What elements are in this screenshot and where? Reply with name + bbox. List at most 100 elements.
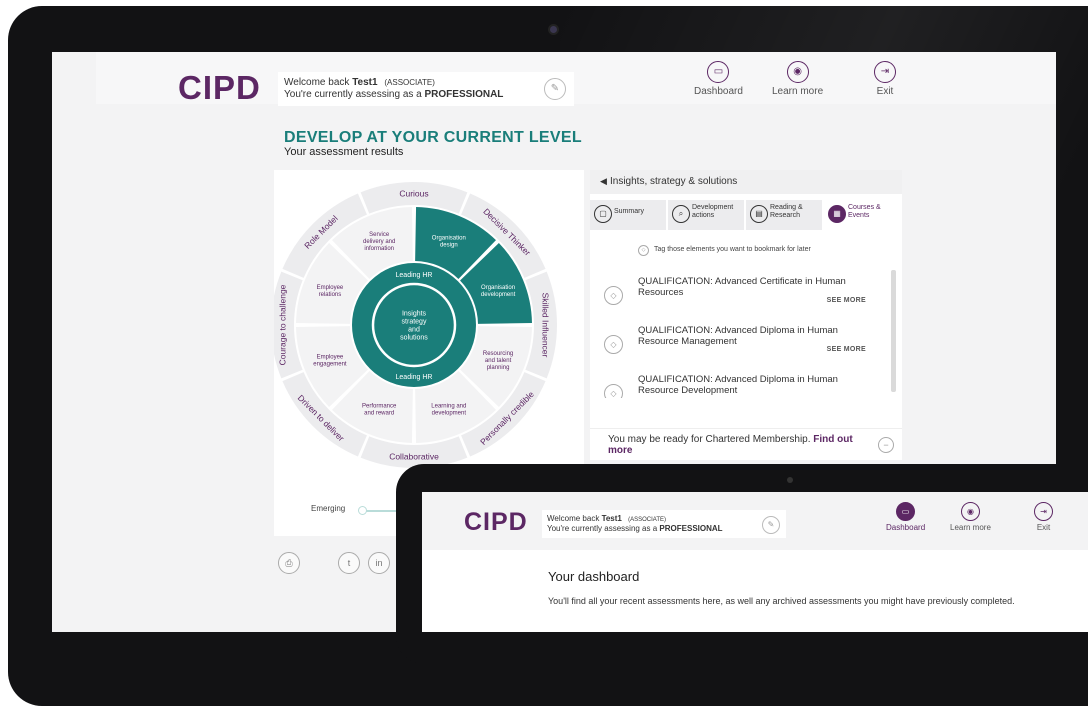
assessing-line: You're currently assessing as a PROFESSI… (284, 89, 503, 100)
user-name: Test1 (601, 514, 622, 523)
assess-level: PROFESSIONAL (424, 89, 504, 100)
course-title: QUALIFICATION: Advanced Diploma in Human… (638, 374, 838, 396)
nav-label: Learn more (772, 86, 824, 97)
user-role: (ASSOCIATE) (384, 78, 435, 87)
tablet-nav-exit[interactable]: ⇥ Exit (1034, 502, 1053, 532)
tab-label: Summary (614, 208, 644, 215)
tag-icon[interactable]: ◇ (604, 286, 623, 305)
slider-handle[interactable] (358, 506, 367, 515)
tag-icon[interactable]: ◇ (604, 335, 623, 354)
tag-icon: ◇ (638, 245, 649, 256)
dashboard-title: Your dashboard (548, 569, 640, 584)
page-title: DEVELOP AT YOUR CURRENT LEVEL (284, 129, 582, 146)
behaviour-label: Decisive Thinker (481, 206, 533, 258)
chartered-text: You may be ready for Chartered Membershi… (608, 434, 811, 445)
eye-icon: ◉ (960, 502, 980, 521)
print-icon[interactable]: ⎙ (278, 552, 300, 574)
user-role: (ASSOCIATE) (628, 517, 667, 523)
nav-learn-more[interactable]: ◉ Learn more (772, 61, 823, 97)
tablet-nav-dashboard[interactable]: ▭ Dashboard (886, 502, 925, 532)
user-name: Test1 (352, 77, 378, 88)
chevron-left-icon[interactable]: ◀ (600, 176, 607, 187)
leading-hr-label-top: Leading HR (396, 272, 433, 279)
slider-label: Emerging (311, 504, 346, 513)
behaviour-label: Driven to deliver (296, 393, 347, 444)
tablet-welcome-line: Welcome back Test1 (ASSOCIATE) (547, 514, 666, 523)
behaviour-label: Courage to challenge (278, 284, 288, 365)
course-title: QUALIFICATION: Advanced Certificate in H… (638, 276, 846, 298)
page-subtitle: Your assessment results (284, 146, 404, 158)
course-item[interactable]: ◇ QUALIFICATION: Advanced Certificate in… (604, 276, 874, 322)
behaviour-label: Skilled Influencer (541, 293, 551, 358)
course-item[interactable]: ◇ QUALIFICATION: Advanced Diploma in Hum… (604, 325, 874, 371)
dashboard-icon: ▭ (707, 61, 730, 83)
tab-bar: ▢ Summary ⌕ Development actions ▤ Readin… (590, 200, 902, 230)
behaviour-label: Collaborative (389, 452, 439, 462)
nav-label: Exit (1036, 523, 1051, 532)
profession-map-wheel: Curious Decisive Thinker Skilled Influence… (274, 182, 557, 468)
section-title: Insights, strategy & solutions (610, 176, 738, 187)
tablet-camera-icon (787, 477, 793, 483)
behaviour-label: Curious (399, 189, 428, 199)
collapse-icon[interactable]: − (878, 437, 894, 453)
welcome-line: Welcome back Test1 (ASSOCIATE) (284, 77, 435, 88)
tab-reading-research[interactable]: ▤ Reading & Research (746, 200, 822, 230)
nav-exit[interactable]: ⇥ Exit (874, 61, 896, 97)
welcome-prefix: Welcome back (284, 77, 350, 88)
details-panel: ◀ Insights, strategy & solutions ▢ Summa… (590, 170, 902, 460)
assess-prefix: You're currently assessing as a (547, 524, 658, 533)
welcome-box: Welcome back Test1 (ASSOCIATE) You're cu… (278, 72, 574, 106)
tablet-cipd-logo[interactable]: CIPD (464, 508, 528, 537)
exit-icon: ⇥ (1034, 502, 1053, 521)
nav-label: Dashboard (886, 523, 926, 532)
scrollbar[interactable] (891, 270, 896, 392)
chartered-message: You may be ready for Chartered Membershi… (608, 434, 863, 456)
see-more-link[interactable]: SEE MORE (827, 346, 866, 353)
see-more-link[interactable]: SEE MORE (827, 297, 866, 304)
tab-courses-events[interactable]: ▦ Courses & Events (824, 200, 902, 230)
welcome-prefix: Welcome back (547, 514, 600, 523)
tab-summary[interactable]: ▢ Summary (590, 200, 666, 230)
course-title: QUALIFICATION: Advanced Diploma in Human… (638, 325, 838, 347)
specialist-area-label: Employee relations (317, 285, 344, 298)
twitter-icon[interactable]: t (338, 552, 360, 574)
specialist-area-label: Employee engagement (313, 354, 347, 367)
assess-level: PROFESSIONAL (659, 524, 723, 533)
tablet-assessing-line: You're currently assessing as a PROFESSI… (547, 524, 723, 533)
specialist-area-label: Performance and reward (362, 404, 397, 417)
pencil-icon[interactable]: ✎ (762, 516, 780, 534)
chartered-banner: You may be ready for Chartered Membershi… (590, 428, 902, 459)
tab-development-actions[interactable]: ⌕ Development actions (668, 200, 744, 230)
course-item[interactable]: ◇ QUALIFICATION: Advanced Diploma in Hum… (604, 374, 874, 398)
tab-label: Reading & Research (770, 204, 803, 219)
tablet-nav-learn-more[interactable]: ◉ Learn more (950, 502, 991, 532)
linkedin-icon[interactable]: in (368, 552, 390, 574)
nav-label: Exit (876, 86, 894, 97)
specialist-area-label: Organisation development (481, 285, 516, 298)
leading-hr-label-bottom: Leading HR (396, 374, 433, 381)
nav-dashboard[interactable]: ▭ Dashboard (694, 61, 743, 97)
pencil-icon[interactable]: ✎ (544, 78, 566, 100)
camera-icon (550, 26, 557, 33)
document-icon: ▤ (750, 205, 768, 223)
exit-icon: ⇥ (874, 61, 896, 83)
bookmark-hint: Tag those elements you want to bookmark … (654, 246, 811, 253)
dashboard-icon: ▭ (896, 502, 916, 521)
nav-label: Learn more (950, 523, 991, 532)
tab-label: Development actions (692, 204, 734, 219)
calendar-icon: ▦ (828, 205, 846, 223)
tag-icon[interactable]: ◇ (604, 384, 623, 398)
specialist-area-label: Learning and development (431, 404, 466, 417)
specialist-area-label: Resourcing and talent planning (483, 351, 513, 371)
nav-label: Dashboard (694, 86, 743, 97)
book-icon: ▢ (594, 205, 612, 223)
tablet-welcome-box: Welcome back Test1 (ASSOCIATE) You're cu… (542, 510, 786, 538)
cipd-logo[interactable]: CIPD (178, 69, 261, 107)
tablet-screen: CIPD Welcome back Test1 (ASSOCIATE) You'… (422, 492, 1088, 632)
dashboard-description: You'll find all your recent assessments … (548, 596, 1015, 606)
section-header[interactable]: ◀ Insights, strategy & solutions (590, 170, 902, 194)
search-icon: ⌕ (672, 205, 690, 223)
assess-prefix: You're currently assessing as a (284, 89, 422, 100)
eye-icon: ◉ (786, 61, 809, 83)
tab-label: Courses & Events (848, 204, 881, 219)
